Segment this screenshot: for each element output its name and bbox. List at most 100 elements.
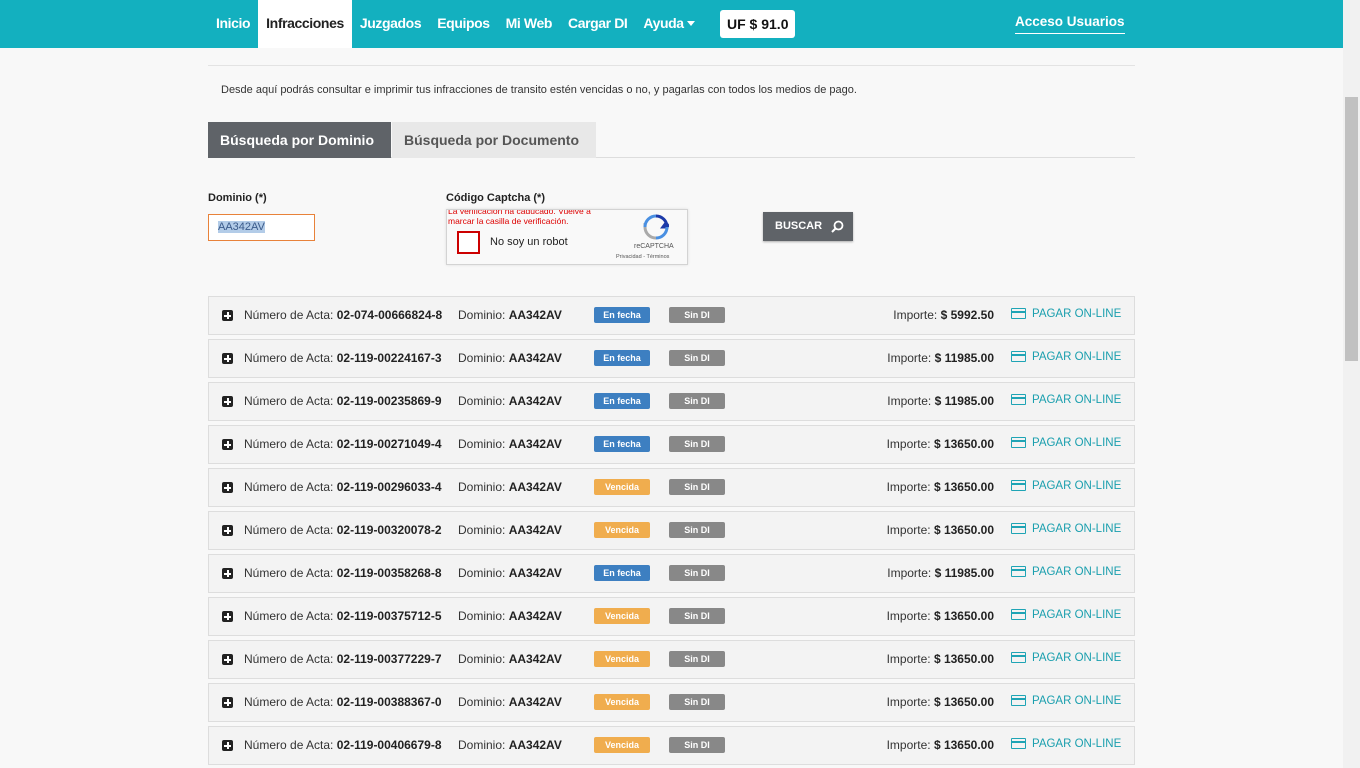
tab-busqueda-documento[interactable]: Búsqueda por Documento <box>392 122 596 158</box>
acta-numero-label: Número de Acta: <box>244 480 334 494</box>
acta-dominio-label: Dominio: <box>458 394 506 408</box>
acta-dominio-value: AA342AV <box>508 394 562 408</box>
acta-row: Número de Acta: 02-119-00358268-8 Domini… <box>208 554 1135 593</box>
acta-dominio: Dominio: AA342AV <box>458 609 562 623</box>
expand-plus-icon[interactable] <box>222 654 233 665</box>
acta-numero: Número de Acta: 02-119-00406679-8 <box>244 738 442 752</box>
acta-importe: Importe: $ 13650.00 <box>887 523 994 537</box>
pagar-online-link[interactable]: PAGAR ON-LINE <box>1032 738 1121 750</box>
dominio-input[interactable]: AA342AV <box>208 214 315 241</box>
acta-dominio-label: Dominio: <box>458 695 506 709</box>
acta-numero-value: 02-119-00271049-4 <box>336 437 442 451</box>
dominio-input-value: AA342AV <box>218 221 265 233</box>
dominio-label: Dominio (*) <box>208 192 267 204</box>
acta-dominio-value: AA342AV <box>508 609 562 623</box>
acta-numero-value: 02-119-00406679-8 <box>336 738 442 752</box>
nav-juzgados[interactable]: Juzgados <box>352 0 429 48</box>
acta-numero: Número de Acta: 02-119-00320078-2 <box>244 523 442 537</box>
acta-numero-value: 02-119-00320078-2 <box>336 523 442 537</box>
pagar-online-link[interactable]: PAGAR ON-LINE <box>1032 308 1121 320</box>
credit-card-icon[interactable] <box>1011 566 1026 577</box>
credit-card-icon[interactable] <box>1011 609 1026 620</box>
expand-plus-icon[interactable] <box>222 482 233 493</box>
acceso-usuarios-link[interactable]: Acceso Usuarios <box>1015 14 1125 34</box>
tab-busqueda-dominio[interactable]: Búsqueda por Dominio <box>208 122 391 158</box>
expand-plus-icon[interactable] <box>222 396 233 407</box>
expand-plus-icon[interactable] <box>222 697 233 708</box>
credit-card-icon[interactable] <box>1011 523 1026 534</box>
captcha-checkbox[interactable] <box>457 231 480 254</box>
acta-numero-label: Número de Acta: <box>244 609 334 623</box>
expand-plus-icon[interactable] <box>222 568 233 579</box>
captcha-checkbox-label: No soy un robot <box>490 236 568 248</box>
acta-numero: Número de Acta: 02-119-00271049-4 <box>244 437 442 451</box>
acta-dominio-value: AA342AV <box>508 480 562 494</box>
credit-card-icon[interactable] <box>1011 695 1026 706</box>
credit-card-icon[interactable] <box>1011 394 1026 405</box>
expand-plus-icon[interactable] <box>222 525 233 536</box>
pagar-online-link[interactable]: PAGAR ON-LINE <box>1032 652 1121 664</box>
acta-importe-value: $ 13650.00 <box>933 652 994 666</box>
pagar-online-link[interactable]: PAGAR ON-LINE <box>1032 437 1121 449</box>
nav-ayuda[interactable]: Ayuda <box>635 0 702 48</box>
acta-dominio-value: AA342AV <box>508 566 562 580</box>
expand-plus-icon[interactable] <box>222 439 233 450</box>
expand-plus-icon[interactable] <box>222 611 233 622</box>
expand-plus-icon[interactable] <box>222 353 233 364</box>
page-scrollbar[interactable] <box>1343 0 1360 768</box>
dl-badge: Sin DI <box>669 436 725 452</box>
nav-equipos[interactable]: Equipos <box>429 0 497 48</box>
captcha-label: Código Captcha (*) <box>446 192 545 204</box>
acta-row: Número de Acta: 02-074-00666824-8 Domini… <box>208 296 1135 335</box>
acta-numero: Número de Acta: 02-119-00358268-8 <box>244 566 442 580</box>
search-icon <box>831 220 844 233</box>
scrollbar-thumb[interactable] <box>1345 97 1358 361</box>
credit-card-icon[interactable] <box>1011 652 1026 663</box>
credit-card-icon[interactable] <box>1011 308 1026 319</box>
acta-row: Número de Acta: 02-119-00377229-7 Domini… <box>208 640 1135 679</box>
credit-card-icon[interactable] <box>1011 480 1026 491</box>
dl-badge: Sin DI <box>669 479 725 495</box>
acta-importe-value: $ 13650.00 <box>933 437 994 451</box>
pagar-online-link[interactable]: PAGAR ON-LINE <box>1032 351 1121 363</box>
expand-plus-icon[interactable] <box>222 310 233 321</box>
dl-badge: Sin DI <box>669 565 725 581</box>
nav-infracciones[interactable]: Infracciones <box>258 0 352 48</box>
pagar-online-link[interactable]: PAGAR ON-LINE <box>1032 480 1121 492</box>
acta-dominio-label: Dominio: <box>458 609 506 623</box>
acta-importe-value: $ 13650.00 <box>933 480 994 494</box>
estado-badge: Vencida <box>594 737 650 753</box>
acta-importe-value: $ 11985.00 <box>934 566 994 580</box>
dl-badge: Sin DI <box>669 307 725 323</box>
acta-importe-value: $ 5992.50 <box>940 308 994 322</box>
acta-numero-label: Número de Acta: <box>244 566 334 580</box>
nav-mi-web[interactable]: Mi Web <box>498 0 560 48</box>
acta-importe-value: $ 13650.00 <box>933 695 994 709</box>
pagar-online-link[interactable]: PAGAR ON-LINE <box>1032 523 1121 535</box>
dl-badge: Sin DI <box>669 393 725 409</box>
uf-value-badge: UF $ 91.0 <box>720 10 796 38</box>
acta-dominio-label: Dominio: <box>458 351 506 365</box>
credit-card-icon[interactable] <box>1011 738 1026 749</box>
nav-inicio[interactable]: Inicio <box>208 0 258 48</box>
pagar-online-link[interactable]: PAGAR ON-LINE <box>1032 394 1121 406</box>
acta-numero-value: 02-119-00358268-8 <box>336 566 442 580</box>
acta-row: Número de Acta: 02-119-00388367-0 Domini… <box>208 683 1135 722</box>
acta-numero: Número de Acta: 02-119-00296033-4 <box>244 480 442 494</box>
pagar-online-link[interactable]: PAGAR ON-LINE <box>1032 566 1121 578</box>
recaptcha-privacy-links[interactable]: Privacidad - Términos <box>616 254 669 260</box>
intro-text: Desde aquí podrás consultar e imprimir t… <box>221 84 857 96</box>
pagar-online-link[interactable]: PAGAR ON-LINE <box>1032 695 1121 707</box>
estado-badge: En fecha <box>594 393 650 409</box>
acta-importe: Importe: $ 5992.50 <box>893 308 994 322</box>
acta-importe-label: Importe: <box>886 652 931 666</box>
credit-card-icon[interactable] <box>1011 351 1026 362</box>
expand-plus-icon[interactable] <box>222 740 233 751</box>
credit-card-icon[interactable] <box>1011 437 1026 448</box>
dl-badge: Sin DI <box>669 350 725 366</box>
recaptcha-widget: La verificación ha caducado. Vuelve a ma… <box>446 209 688 265</box>
buscar-button[interactable]: BUSCAR <box>763 212 853 241</box>
acta-importe-label: Importe: <box>887 351 932 365</box>
nav-cargar-di[interactable]: Cargar DI <box>560 0 635 48</box>
pagar-online-link[interactable]: PAGAR ON-LINE <box>1032 609 1121 621</box>
